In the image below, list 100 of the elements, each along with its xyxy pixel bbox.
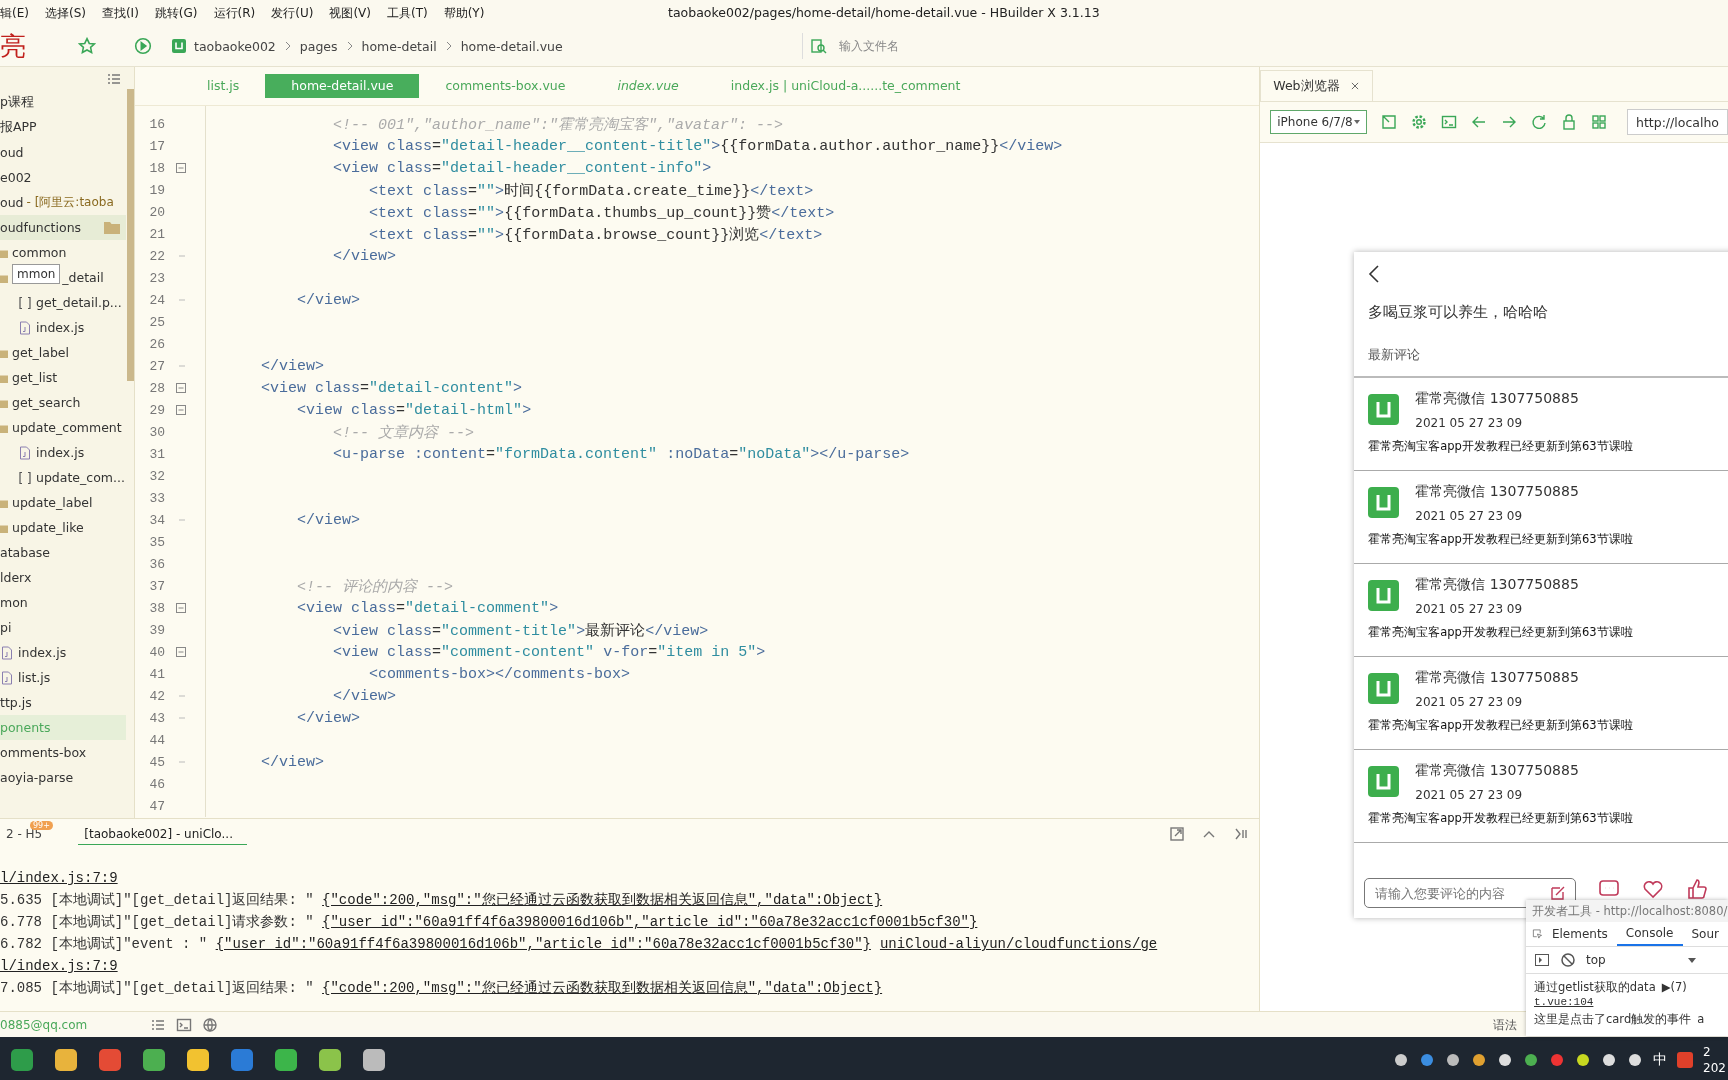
devtools-tab[interactable]: Console [1616,922,1683,946]
menu-item[interactable]: 发行(U) [263,4,322,22]
tree-item[interactable]: index.js [0,315,126,340]
url-field[interactable]: http://localho [1627,109,1728,135]
log-link[interactable]: l/index.js:7:9 [0,870,118,887]
line-number: 32 [148,468,165,484]
comment-author: 霍常亮微信 1307750885 [1415,576,1579,594]
tree-item[interactable]: get_search [0,390,126,415]
tree-item[interactable]: aoyia-parse [0,765,126,790]
tree-item[interactable]: p课程 [0,90,126,115]
tree-item[interactable]: atabase [0,540,126,565]
tree-item[interactable]: 报APP [0,115,126,140]
code-line: </view> [332,687,397,705]
line-number: 29 [148,402,165,418]
file-search-field[interactable]: 输入文件名 [837,38,1141,54]
menu-item[interactable]: 选择(S) [36,4,94,22]
code-line: <view class="detail-comment"> [296,599,559,617]
log-object[interactable]: a [1697,1012,1705,1026]
code-line: <text class="">{{formData.thumbs_up_count}}赞</text> [368,203,835,222]
log-link[interactable]: {"user_id":"60a91ff4f6a39800016d106b","article_id":"60a78e32acc1cf0001b5cf30"} [322,914,978,931]
syntax-label[interactable]: 语法 [1493,1017,1517,1034]
line-number: 36 [148,556,165,572]
input-method-indicator[interactable]: 中 [1653,1050,1668,1069]
tree-item[interactable]: update_com... [0,465,126,490]
line-number: 33 [148,490,165,506]
tree-item[interactable]: get_detail.p... [0,290,126,315]
log-text: 7.085 [本地调试]"[get_detail]返回结果: " [0,979,315,998]
menu-item[interactable]: 视图(V) [321,4,379,22]
log-link[interactable]: l/index.js:7:9 [0,958,118,975]
tree-item[interactable]: mon [0,590,126,615]
tree-item[interactable]: omments-box [0,740,126,765]
log-message: 这里是点击了card触发的事件 [1534,1011,1692,1027]
menu-item[interactable]: 跳转(G) [146,4,206,22]
tree-item[interactable]: index.js [0,640,126,665]
menu-item[interactable]: 运行(R) [205,4,264,22]
tree-item[interactable]: oud [0,140,126,165]
tree-item[interactable]: ttp.js [0,690,126,715]
menu-item[interactable]: 辑(E) [0,4,37,22]
code-line: </view> [296,291,361,309]
tree-item[interactable]: get_list [0,365,126,390]
breadcrumb-item[interactable]: taobaoke002 [194,38,276,54]
logo: 亮 [0,29,27,63]
tree-item[interactable]: mmon _detail [0,265,126,290]
menu-item[interactable]: 帮助(Y) [435,4,493,22]
line-number: 21 [148,226,165,242]
comment-date: 2021 05 27 23 09 [1415,695,1523,709]
code-comment: <!-- 001","author_name":"霍常亮淘宝客","avatar": --> [332,115,784,134]
section-heading: 最新评论 [1368,346,1422,364]
menu-item[interactable]: 查找(I) [93,4,147,22]
line-number: 39 [148,622,165,638]
log-link[interactable]: uniCloud-aliyun/cloudfunctions/ge [879,936,1158,953]
code-line: <view class="detail-header__content-info"> [332,159,712,177]
devtools-tab[interactable]: Sour [1682,922,1728,946]
line-number: 38 [148,600,165,616]
comment-author: 霍常亮微信 1307750885 [1415,483,1579,501]
code-line: <view class="comment-title">最新评论</view> [332,621,709,640]
breadcrumb-item[interactable]: home-detail [361,38,437,54]
code-comment: <!-- 评论的内容 --> [296,577,454,596]
context-select[interactable]: top [1586,953,1696,967]
log-object[interactable]: ▶(7) [1661,980,1687,994]
line-number: 17 [148,138,165,154]
tree-item[interactable]: index.js [0,440,126,465]
clock-text: 2 [1703,1043,1712,1060]
code-line: <u-parse :content="formData.content" :noData="noData"></u-parse> [332,445,910,463]
tree-item[interactable]: update_like [0,515,126,540]
tree-item[interactable]: oudfunctions [0,215,126,240]
breadcrumb-item[interactable]: pages [299,38,338,54]
comment-author: 霍常亮微信 1307750885 [1415,390,1579,408]
breadcrumb-item[interactable]: home-detail.vue [460,38,563,54]
line-number: 30 [148,424,165,440]
tree-item[interactable]: list.js [0,665,126,690]
source-link[interactable]: t.vue:104 [1526,996,1728,1010]
log-link[interactable]: {"code":200,"msg":"您已经通过云函数获取到数据相关返回信息","data":Object} [322,891,883,910]
line-number: 35 [148,534,165,550]
line-number: 22 [148,248,165,264]
line-number: 34 [148,512,165,528]
log-text: 5.635 [本地调试]"[get_detail]返回结果: " [0,891,315,910]
tree-item[interactable]: pi [0,615,126,640]
tree-item[interactable]: lderx [0,565,126,590]
line-number: 20 [148,204,165,220]
cloud-space-label: - [阿里云:taoba [26,194,114,211]
tree-item[interactable]: common [0,240,126,265]
code-line: </view> [260,357,325,375]
device-select[interactable]: iPhone 6/7/8 [1270,110,1367,134]
log-message: 通过getlist获取的data [1534,979,1656,995]
devtools-tab[interactable]: Elements [1542,922,1617,946]
comment-text: 霍常亮淘宝客app开发教程已经更新到第63节课啦 [1368,811,1633,826]
output-tab[interactable]: [taobaoke002] - uniClo... [78,823,247,846]
comment-author: 霍常亮微信 1307750885 [1415,762,1579,780]
tree-item[interactable]: oud - [阿里云:taoba [0,190,126,215]
tree-item[interactable]: update_label [0,490,126,515]
log-link[interactable]: {"user_id":"60a91ff4f6a39800016d106b","article_id":"60a78e32acc1cf0001b5cf30"} [215,936,871,953]
log-link[interactable]: {"code":200,"msg":"您已经通过云函数获取到数据相关返回信息","data":Object} [322,979,883,998]
tree-item[interactable]: e002 [0,165,126,190]
devtools-title: 开发者工具 - http://localhost:8080/ [1526,900,1728,922]
comment-text: 霍常亮淘宝客app开发教程已经更新到第63节课啦 [1368,718,1633,733]
menu-item[interactable]: 工具(T) [378,4,436,22]
tree-item[interactable]: update_comment [0,415,126,440]
tree-item[interactable]: get_label [0,340,126,365]
code-line: </view> [332,247,397,265]
